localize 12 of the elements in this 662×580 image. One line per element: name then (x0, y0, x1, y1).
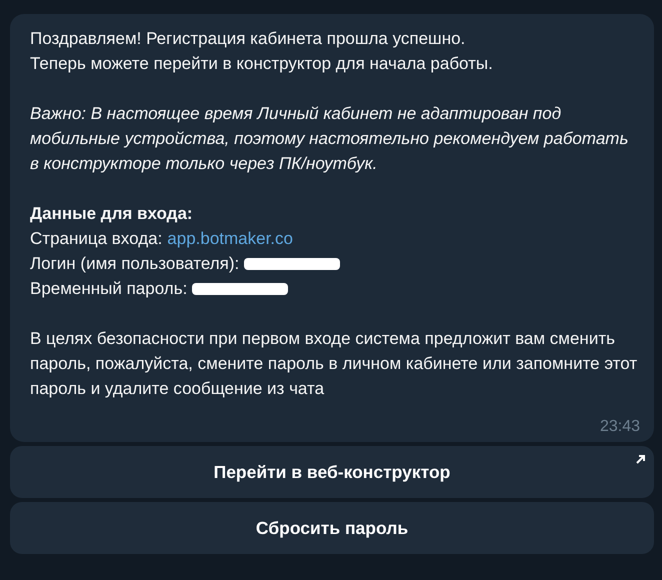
field-label: Временный пароль: (30, 278, 188, 300)
link[interactable]: app.botmaker.co (167, 226, 293, 251)
inline-button[interactable]: Перейти в веб-конструктор (10, 446, 654, 498)
field-label: Страница входа: (30, 228, 162, 250)
field-label: Логин (имя пользователя): (30, 253, 240, 275)
message-text: Поздравляем! Регистрация кабинета прошла успешно. (30, 28, 466, 50)
message-text: Важно: В настоящее время Личный кабинет не адаптирован под мобильные устройства, поэтому настоятельно рекомендуем работать в конструкторе только через ПК/ноутбук. (30, 103, 630, 175)
message-time: 23:43 (600, 418, 640, 436)
inline-button[interactable]: Сбросить пароль (10, 502, 654, 554)
message-text: В целях безопасности при первом входе система предложит вам сменить пароль, пожалуйста, смените пароль в личном кабинете или запомните этот пароль и удалите сообщение из чата (30, 328, 638, 400)
message-text: Теперь можете перейти в конструктор для начала работы. (30, 53, 494, 75)
section-heading: Данные для входа: (30, 203, 194, 225)
